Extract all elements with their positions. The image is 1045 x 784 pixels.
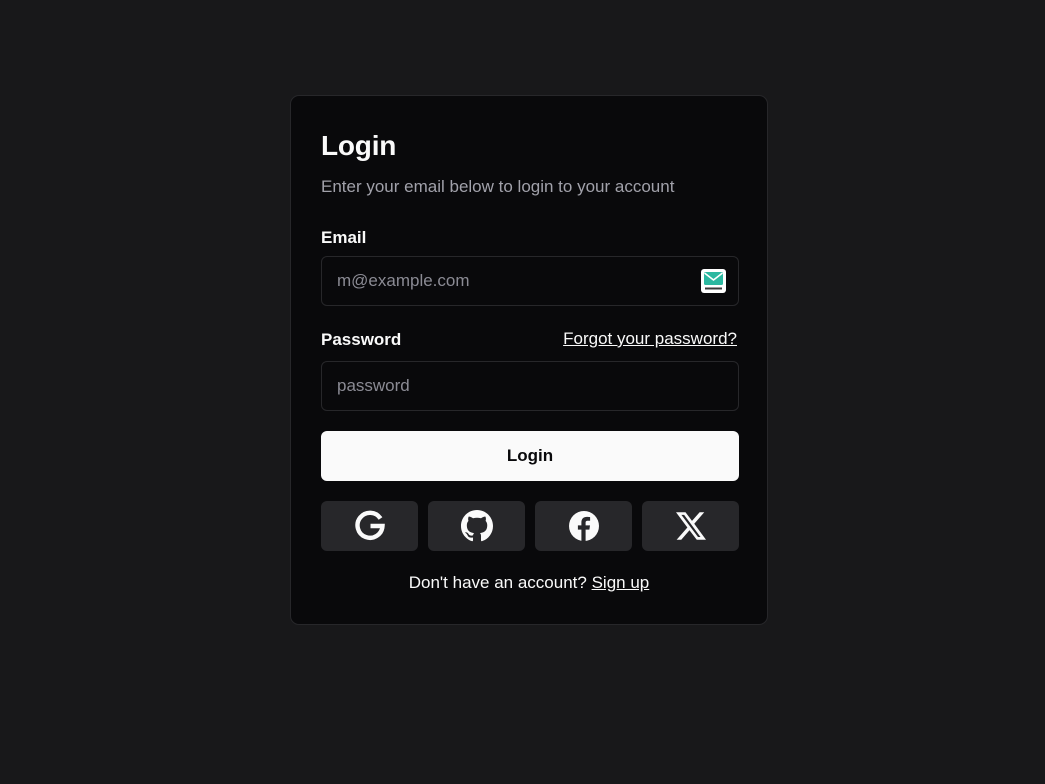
signup-prompt: Don't have an account? Sign up [291,573,767,593]
google-icon [354,510,386,542]
signup-link[interactable]: Sign up [592,573,650,592]
google-login-button[interactable] [321,501,418,551]
password-label: Password [321,330,402,349]
temp-mail-icon[interactable] [701,269,726,293]
facebook-icon [568,510,600,542]
login-button[interactable]: Login [321,431,739,481]
card-subtitle: Enter your email below to login to your … [321,177,675,196]
login-card: Login Enter your email below to login to… [290,95,768,625]
card-title: Login [321,130,397,161]
facebook-login-button[interactable] [535,501,632,551]
forgot-password-link[interactable]: Forgot your password? [563,329,737,349]
x-login-button[interactable] [642,501,739,551]
github-icon [460,510,493,542]
email-label: Email [321,228,367,247]
email-input[interactable] [321,256,739,306]
password-input[interactable] [321,361,739,411]
signup-prompt-text: Don't have an account? [408,573,587,592]
x-icon [675,512,706,540]
github-login-button[interactable] [428,501,525,551]
social-login-row [321,501,739,551]
